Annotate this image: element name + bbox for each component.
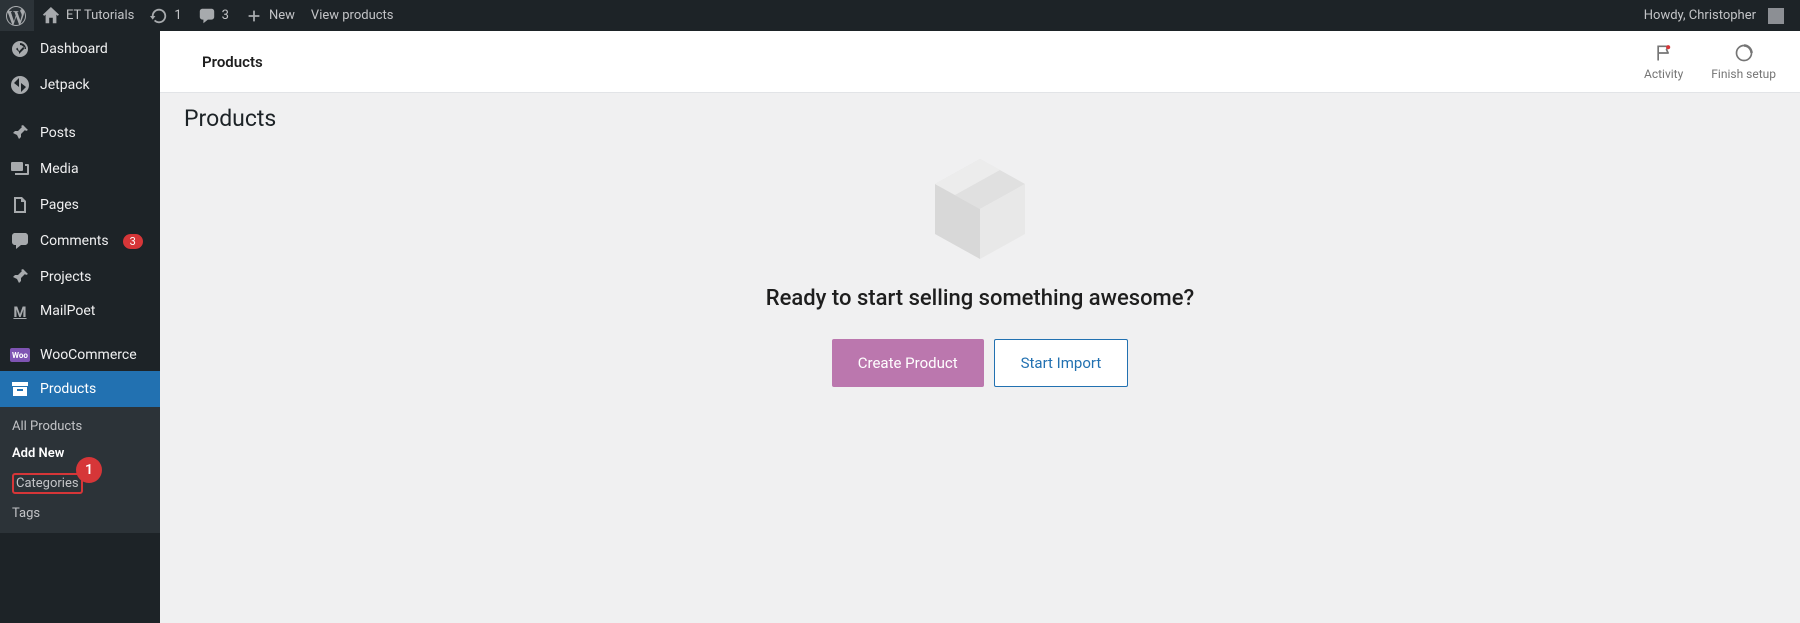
- comments-icon: [10, 231, 30, 251]
- breadcrumb: Products: [184, 53, 263, 71]
- wordpress-icon: [6, 6, 26, 26]
- sidebar-item-label: Posts: [40, 125, 76, 141]
- comment-icon: [198, 7, 216, 25]
- menu-separator: [0, 103, 160, 115]
- sidebar-item-label: WooCommerce: [40, 347, 137, 363]
- finish-setup-button[interactable]: Finish setup: [1711, 43, 1776, 81]
- comments-count: 3: [222, 8, 229, 23]
- empty-state: Ready to start selling something awesome…: [184, 144, 1776, 387]
- progress-icon: [1734, 43, 1754, 63]
- header-actions: Activity Finish setup: [1644, 43, 1776, 81]
- mailpoet-icon: M: [10, 303, 30, 319]
- sidebar-item-label: Comments: [40, 233, 109, 249]
- finish-setup-label: Finish setup: [1711, 67, 1776, 81]
- sidebar-item-jetpack[interactable]: Jetpack: [0, 67, 160, 103]
- pages-icon: [10, 195, 30, 215]
- site-name-link[interactable]: ET Tutorials: [34, 0, 142, 31]
- activity-label: Activity: [1644, 67, 1683, 81]
- sidebar-item-label: Projects: [40, 269, 91, 285]
- archive-icon: [10, 379, 30, 399]
- submenu-tags[interactable]: Tags: [0, 500, 160, 527]
- sidebar-item-posts[interactable]: Posts: [0, 115, 160, 151]
- comments-badge: 3: [123, 234, 143, 249]
- new-link[interactable]: New: [237, 0, 303, 31]
- empty-heading: Ready to start selling something awesome…: [766, 286, 1194, 311]
- wordpress-logo[interactable]: [0, 0, 34, 31]
- sidebar-item-media[interactable]: Media: [0, 151, 160, 187]
- sidebar-item-woocommerce[interactable]: Woo WooCommerce: [0, 339, 160, 371]
- submenu-categories[interactable]: Categories 1: [0, 467, 160, 500]
- sidebar-item-label: Products: [40, 381, 96, 397]
- updates-count: 1: [174, 8, 181, 23]
- woocommerce-header: Products Activity Finish setup: [160, 31, 1800, 93]
- dashboard-icon: [10, 39, 30, 59]
- sidebar-item-products[interactable]: Products: [0, 371, 160, 407]
- home-icon: [42, 7, 60, 25]
- empty-actions: Create Product Start Import: [832, 339, 1128, 387]
- main-content: Products Activity Finish setup Products: [160, 31, 1800, 623]
- page-title: Products: [184, 105, 1776, 132]
- sidebar-item-projects[interactable]: Projects: [0, 259, 160, 295]
- admin-bar: ET Tutorials 1 3 New View products Howdy…: [0, 0, 1800, 31]
- howdy-link[interactable]: Howdy, Christopher: [1638, 0, 1792, 31]
- greeting-label: Howdy, Christopher: [1644, 8, 1756, 23]
- sidebar-item-label: Jetpack: [40, 77, 90, 93]
- flag-icon: [1654, 43, 1674, 63]
- menu-separator: [0, 327, 160, 339]
- plus-icon: [245, 7, 263, 25]
- submenu-all-products[interactable]: All Products: [0, 413, 160, 440]
- updates-link[interactable]: 1: [142, 0, 189, 31]
- admin-bar-right: Howdy, Christopher: [1638, 0, 1792, 31]
- comments-link[interactable]: 3: [190, 0, 237, 31]
- annotation-highlight: Categories: [12, 473, 83, 494]
- pin-icon: [10, 123, 30, 143]
- start-import-button[interactable]: Start Import: [994, 339, 1129, 387]
- woocommerce-icon: Woo: [10, 348, 30, 362]
- sidebar-item-label: Pages: [40, 197, 79, 213]
- activity-button[interactable]: Activity: [1644, 43, 1683, 81]
- avatar: [1768, 8, 1784, 24]
- sidebar-item-mailpoet[interactable]: M MailPoet: [0, 295, 160, 327]
- pin-icon: [10, 267, 30, 287]
- jetpack-icon: [10, 75, 30, 95]
- media-icon: [10, 159, 30, 179]
- annotation-marker: 1: [76, 457, 102, 483]
- sidebar-item-comments[interactable]: Comments 3: [0, 223, 160, 259]
- sidebar-item-label: Dashboard: [40, 41, 108, 57]
- sidebar-item-label: Media: [40, 161, 79, 177]
- sidebar-item-label: MailPoet: [40, 303, 95, 319]
- sidebar-item-pages[interactable]: Pages: [0, 187, 160, 223]
- create-product-button[interactable]: Create Product: [832, 339, 984, 387]
- products-submenu: All Products Add New Categories 1 Tags: [0, 407, 160, 533]
- admin-bar-left: ET Tutorials 1 3 New View products: [0, 0, 402, 31]
- box-icon: [920, 144, 1040, 268]
- view-products-link[interactable]: View products: [303, 0, 402, 31]
- refresh-icon: [150, 7, 168, 25]
- new-label: New: [269, 8, 295, 23]
- site-name-label: ET Tutorials: [66, 8, 134, 23]
- admin-sidebar: Dashboard Jetpack Posts Media Pages Comm…: [0, 31, 160, 623]
- view-products-label: View products: [311, 8, 394, 23]
- content-area: Products Ready to start selling somethin…: [160, 93, 1800, 399]
- sidebar-item-dashboard[interactable]: Dashboard: [0, 31, 160, 67]
